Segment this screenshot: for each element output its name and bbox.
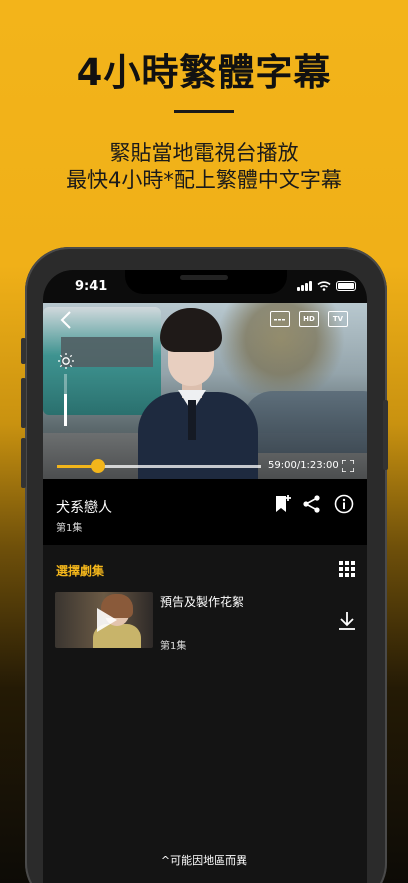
tv-icon[interactable]: TV (328, 311, 348, 327)
subtitles-icon[interactable] (270, 311, 290, 327)
battery-icon (336, 281, 356, 291)
progress-knob[interactable] (90, 459, 105, 473)
show-episode: 第1集 (56, 523, 83, 534)
download-icon[interactable] (336, 610, 358, 632)
bookmark-add-icon[interactable] (273, 494, 293, 514)
video-time: 59:00/1:23:00 (268, 460, 339, 471)
signal-icon (297, 281, 312, 291)
footnote: ^可能因地區而異 (160, 854, 248, 867)
play-icon[interactable] (97, 608, 117, 632)
hd-icon[interactable]: HD (299, 311, 319, 327)
episode-thumbnail[interactable] (55, 592, 153, 648)
show-title: 犬系戀人 (56, 500, 112, 516)
promo-divider (174, 110, 234, 113)
phone-volume-up (21, 378, 26, 428)
promo-headline: 4小時繁體字幕 (76, 51, 332, 94)
player-top-icons: HD TV (270, 311, 348, 327)
back-chevron-icon[interactable] (58, 310, 74, 330)
episode-section-title: 選擇劇集 (56, 564, 105, 578)
status-time: 9:41 (75, 279, 108, 294)
promo-subline-2: 最快4小時*配上繁體中文字幕 (66, 168, 342, 192)
brightness-icon (58, 353, 74, 369)
promo-subline-1: 緊貼當地電視台播放 (109, 141, 299, 165)
status-icons (297, 281, 356, 291)
share-icon[interactable] (302, 494, 322, 514)
episode-number: 第1集 (160, 641, 187, 652)
phone-notch (125, 270, 287, 294)
phone-volume-down (21, 438, 26, 488)
fullscreen-icon[interactable] (342, 460, 354, 472)
phone-power-button (383, 400, 388, 470)
info-icon[interactable] (334, 494, 354, 514)
brightness-slider-fill (64, 394, 67, 426)
phone-speaker (180, 275, 228, 280)
video-actor (138, 308, 258, 479)
grid-view-icon[interactable] (339, 561, 355, 577)
video-car (243, 391, 367, 453)
phone-mute-switch (21, 338, 26, 364)
video-player[interactable] (43, 303, 367, 479)
wifi-icon (317, 281, 331, 291)
episode-title[interactable]: 預告及製作花絮 (160, 593, 244, 610)
